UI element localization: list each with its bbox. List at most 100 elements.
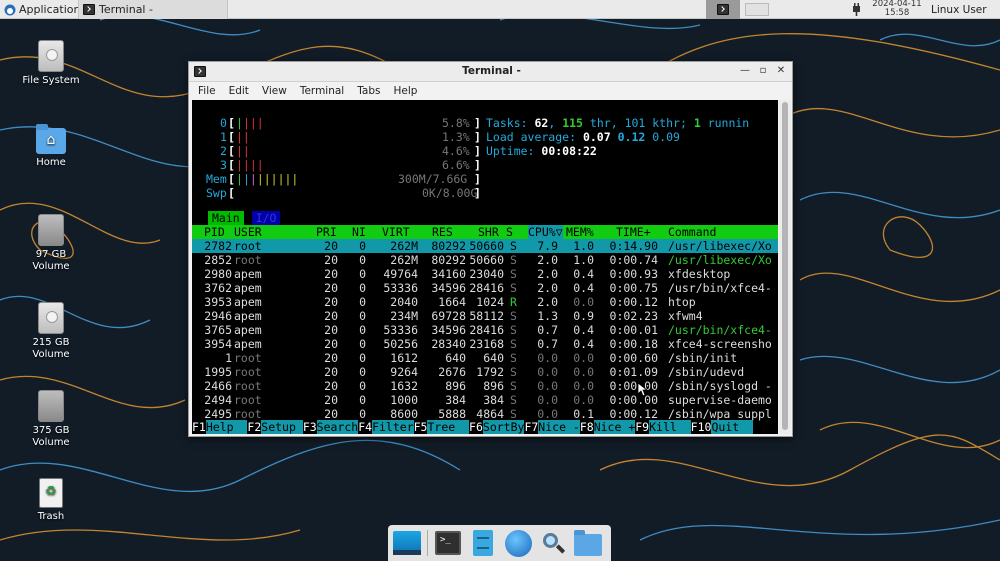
desktop-icon-file-system[interactable]: File System <box>11 40 91 87</box>
cell-cmd: /sbin/syslogd - <box>668 379 772 393</box>
fkey-label: Tree <box>427 420 470 434</box>
applications-label: Applications <box>19 3 87 16</box>
fkey-f9[interactable]: F9 Kill <box>635 420 691 434</box>
process-row[interactable]: 2852 root 20 0 262M 80292 50660 S 2.0 1.0 0:00.74/… <box>192 253 778 267</box>
terminal-scrollbar[interactable] <box>779 100 791 434</box>
cell-ni: 0 <box>359 239 366 253</box>
process-row[interactable]: 3953 apem 20 0 2040 1664 1024 R 2.0 0.0 0:00.12 hto… <box>192 295 778 309</box>
menu-help[interactable]: Help <box>393 85 417 97</box>
cell-mem: 0.0 <box>573 295 594 309</box>
desktop-icon-215gb-volume[interactable]: 215 GB Volume <box>11 302 91 361</box>
column-ni[interactable]: NI <box>352 225 366 239</box>
column-state[interactable]: S <box>506 225 513 239</box>
process-row[interactable]: 2946 apem 20 0 234M 69728 58112 S 1.3 0.9 0:02.23 x… <box>192 309 778 323</box>
cell-user: apem <box>234 295 262 309</box>
process-row[interactable]: 2782 root 20 0 262M 80292 50660 S 7.9 1.0 0:14.90/… <box>192 239 778 253</box>
dock-terminal-button[interactable] <box>433 528 463 558</box>
tab-main[interactable]: Main <box>208 211 244 225</box>
taskbar-terminal-button[interactable]: Terminal - <box>78 0 228 19</box>
cell-mem: 1.0 <box>573 239 594 253</box>
dock-file-manager-button[interactable] <box>468 528 498 558</box>
column-cpu[interactable]: CPU%▽ <box>528 225 563 239</box>
fkey-f3[interactable]: F3 Search <box>302 420 359 434</box>
cell-time: 0:00.60 <box>609 351 658 365</box>
menu-tabs[interactable]: Tabs <box>357 85 380 97</box>
tab-io[interactable]: I/O <box>251 211 281 225</box>
menu-file[interactable]: File <box>198 85 216 97</box>
cpu-label: 2 <box>220 144 227 158</box>
desktop-icon-375gb-volume[interactable]: 375 GB Volume <box>11 390 91 449</box>
column-shr[interactable]: SHR <box>478 225 499 239</box>
desktop-icon <box>393 531 421 555</box>
process-row[interactable]: 3765 apem 20 0 53336 34596 28416 S 0.7 0.4 0:00.01… <box>192 323 778 337</box>
fkey-f2[interactable]: F2 Setup <box>247 420 303 434</box>
process-row[interactable]: 3762 apem 20 0 53336 34596 28416 S 2.0 0.4 0:00.75… <box>192 281 778 295</box>
column-time[interactable]: TIME+ <box>616 225 651 239</box>
fkey-label: SortBy <box>482 420 525 434</box>
process-row[interactable]: 2494 root 20 0 1000 384 384 S 0.0 0.0 0:00.00 super… <box>192 393 778 407</box>
function-key-bar: F1 Help F2 Setup F3 Search F4 Filter F5 Tree F6… <box>192 420 778 434</box>
process-row[interactable]: 3954 apem 20 0 50256 28340 23168 S 0.7 0.4 0:00.18… <box>192 337 778 351</box>
fkey-label: Setup <box>261 420 303 434</box>
cell-cmd: /usr/libexec/Xo <box>668 239 772 253</box>
column-command[interactable]: Command <box>668 225 716 239</box>
fkey-f4[interactable]: F4 Filter <box>358 420 414 434</box>
fkey-f6[interactable]: F6 SortBy <box>469 420 525 434</box>
mem-label: Mem <box>206 172 227 186</box>
swap-meter: Swp [ 0K/8.00G ] <box>206 186 481 200</box>
cell-mem: 0.0 <box>573 365 594 379</box>
fkey-key: F4 <box>358 420 373 434</box>
clock[interactable]: 2024-04-11 15:58 <box>866 0 928 19</box>
dock-app-finder-button[interactable] <box>538 528 568 558</box>
cell-cmd: xfwm4 <box>668 309 703 323</box>
fkey-f1[interactable]: F1 Help <box>192 420 248 434</box>
scrollbar-thumb[interactable] <box>782 102 788 430</box>
user-menu[interactable]: Linux User <box>931 0 987 19</box>
cell-shr: 23040 <box>469 267 504 281</box>
process-row[interactable]: 1995 root 20 0 9264 2676 1792 S 0.0 0.0 0:01.09/sb… <box>192 365 778 379</box>
cell-ni: 0 <box>359 323 366 337</box>
window-titlebar[interactable]: Terminal - — ▫ ✕ <box>189 62 792 82</box>
menu-view[interactable]: View <box>262 85 287 97</box>
column-mem[interactable]: MEM% <box>566 225 594 239</box>
maximize-button[interactable]: ▫ <box>756 64 770 78</box>
column-virt[interactable]: VIRT <box>382 225 410 239</box>
process-row[interactable]: 1 root 20 0 1612 640 640 S 0.0 0.0 0:00.60/sbin/in… <box>192 351 778 365</box>
fkey-f10[interactable]: F10 Quit <box>690 420 753 434</box>
column-user[interactable]: USER <box>234 225 262 239</box>
power-plug-icon[interactable] <box>851 2 862 19</box>
workspace-2-button[interactable] <box>740 0 774 19</box>
dock-show-desktop-button[interactable] <box>392 528 422 558</box>
cell-mem: 0.0 <box>573 351 594 365</box>
dock-separator <box>427 530 428 556</box>
close-button[interactable]: ✕ <box>774 64 788 78</box>
applications-menu-button[interactable]: Applications <box>0 0 90 19</box>
fkey-f5[interactable]: F5 Tree <box>413 420 470 434</box>
menu-terminal[interactable]: Terminal <box>300 85 344 97</box>
process-row[interactable]: 2980 apem 20 0 49764 34160 23040 S 2.0 0.4 0:00.93… <box>192 267 778 281</box>
column-pid[interactable]: PID <box>204 225 225 239</box>
process-row[interactable]: 2466 root 20 0 1632 896 896 S 0.0 0.0 0:00.00/sbin… <box>192 379 778 393</box>
desktop-icon-label: Trash <box>37 511 65 522</box>
mem-value: 300M/7.66G <box>398 172 468 186</box>
terminal-content[interactable]: 0 [ |||| 5.8% ] 1 [ || 1.3% ] 2 [ || 4.6… <box>192 100 778 434</box>
terminal-icon <box>435 531 461 555</box>
cell-ni: 0 <box>359 351 366 365</box>
desktop-icon-home[interactable]: Home <box>11 124 91 169</box>
dock-web-browser-button[interactable] <box>503 528 533 558</box>
fkey-f8[interactable]: F8 Nice + <box>579 420 636 434</box>
minimize-button[interactable]: — <box>738 64 752 78</box>
cell-cmd: xfce4-screensho <box>668 337 772 351</box>
menu-edit[interactable]: Edit <box>229 85 249 97</box>
fkey-f7[interactable]: F7 Nice - <box>524 420 580 434</box>
fkey-key: F9 <box>635 420 650 434</box>
desktop-icon-97gb-volume[interactable]: 97 GB Volume <box>11 214 91 273</box>
process-row[interactable]: 2495 root 20 0 8600 5888 4864 S 0.0 0.1 0:00.12/sb… <box>192 407 778 421</box>
column-pri[interactable]: PRI <box>316 225 337 239</box>
cpu-label: 0 <box>220 116 227 130</box>
dock-folder-button[interactable] <box>573 528 603 558</box>
workspace-1-button[interactable] <box>706 0 740 19</box>
cell-cmd: /sbin/udevd <box>668 365 745 379</box>
column-res[interactable]: RES <box>432 225 453 239</box>
desktop-icon-trash[interactable]: Trash <box>11 478 91 523</box>
